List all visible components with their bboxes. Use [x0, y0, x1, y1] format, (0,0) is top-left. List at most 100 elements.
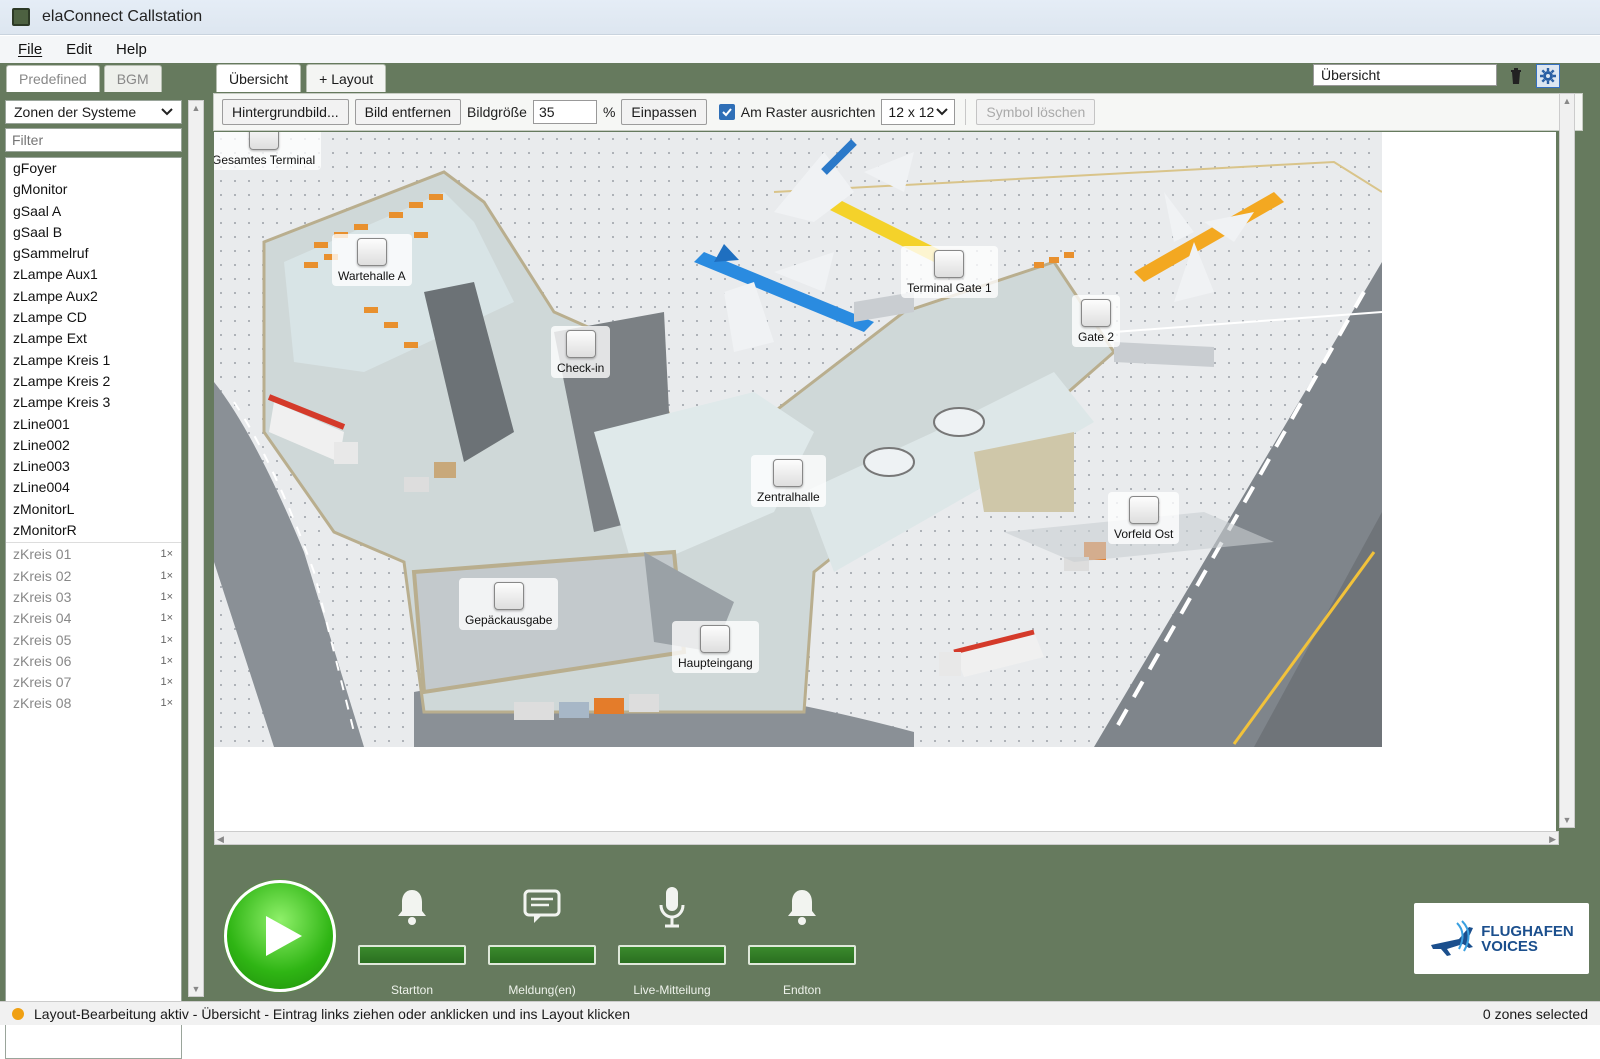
- zone-group-item[interactable]: zKreis 03 1×: [6, 587, 181, 608]
- scroll-up-icon[interactable]: ▲: [1560, 94, 1574, 108]
- marker-vorfeld-ost[interactable]: Vorfeld Ost: [1108, 492, 1180, 544]
- zone-item[interactable]: zLampe Kreis 3: [6, 392, 181, 413]
- marker-label: Wartehalle A: [338, 269, 406, 283]
- zone-group-label: zKreis 01: [13, 546, 72, 563]
- bell-icon: [788, 890, 816, 925]
- snap-to-grid-checkbox[interactable]: [718, 104, 735, 120]
- play-button[interactable]: [224, 880, 336, 992]
- grid-size-select[interactable]: 12 x 12: [881, 99, 956, 125]
- layout-canvas[interactable]: Gesamtes Terminal Wartehalle A Check-in …: [214, 132, 1556, 831]
- zone-item[interactable]: zLampe Aux1: [6, 264, 181, 285]
- zone-item[interactable]: gSaal A: [6, 201, 181, 222]
- zone-group-item[interactable]: zKreis 07 1×: [6, 672, 181, 693]
- marker-check-in[interactable]: Check-in: [551, 326, 611, 378]
- action-meldungen[interactable]: Meldung(en): [487, 865, 597, 1001]
- tab-uebersicht[interactable]: Übersicht: [216, 64, 302, 92]
- remove-image-button[interactable]: Bild entfernen: [354, 99, 462, 125]
- marker-gepaeckausgabe[interactable]: Gepäckausgabe: [459, 578, 559, 630]
- selection-count: 0 zones selected: [1482, 1005, 1588, 1022]
- scroll-down-icon[interactable]: ▼: [189, 982, 203, 996]
- flughafen-voices-logo: FLUGHAFEN VOICES: [1414, 903, 1589, 974]
- status-message: Layout-Bearbeitung aktiv - Übersicht - E…: [34, 1005, 631, 1022]
- toolbar-separator: [965, 99, 967, 125]
- zone-item-label: gFoyer: [13, 160, 57, 176]
- filter-input[interactable]: [5, 128, 182, 152]
- zone-item[interactable]: gFoyer: [6, 158, 181, 179]
- action-live-mitteilung[interactable]: Live-Mitteilung: [617, 865, 727, 1001]
- canvas-vertical-scrollbar[interactable]: ▲ ▼: [1559, 93, 1575, 828]
- zone-source-select[interactable]: Zonen der Systeme: [5, 100, 182, 124]
- marker-gate-2[interactable]: Gate 2: [1072, 295, 1121, 347]
- startton-label: Startton: [390, 983, 434, 997]
- tab-bgm[interactable]: BGM: [103, 65, 162, 92]
- menu-help[interactable]: Help: [116, 41, 147, 58]
- zone-item[interactable]: gMonitor: [6, 179, 181, 200]
- background-image-button[interactable]: Hintergrundbild...: [222, 99, 349, 125]
- percent-label: %: [602, 104, 616, 120]
- zone-list-scrollbar[interactable]: ▲ ▼: [188, 100, 204, 997]
- menu-file[interactable]: File: [18, 41, 42, 58]
- zone-symbol-icon: [493, 582, 524, 610]
- zone-item[interactable]: zLampe Kreis 1: [6, 350, 181, 371]
- zone-group-label: zKreis 06: [13, 652, 72, 669]
- marker-label: Gate 2: [1078, 330, 1115, 344]
- zone-item[interactable]: zMonitorL: [6, 499, 181, 520]
- zone-group-item[interactable]: zKreis 02 1×: [6, 566, 181, 587]
- scroll-right-icon[interactable]: ▶: [1549, 832, 1556, 846]
- message-icon: [523, 889, 561, 923]
- zone-item[interactable]: zLampe Ext: [6, 328, 181, 349]
- zone-item[interactable]: gSammelruf: [6, 243, 181, 264]
- zone-item[interactable]: zLampe Aux2: [6, 286, 181, 307]
- zone-group-label: zKreis 08: [13, 695, 72, 712]
- zone-group-item[interactable]: zKreis 04 1×: [6, 608, 181, 629]
- marker-haupteingang[interactable]: Haupteingang: [672, 621, 759, 673]
- title-bar: elaConnect Callstation: [0, 0, 1600, 35]
- zone-symbol-icon: [700, 625, 731, 653]
- zone-item[interactable]: zLampe Kreis 2: [6, 371, 181, 392]
- zone-item[interactable]: zLine003: [6, 456, 181, 477]
- zone-item-label: zLine002: [13, 436, 70, 453]
- zone-group-item[interactable]: zKreis 08 1×: [6, 693, 181, 714]
- scroll-left-icon[interactable]: ◀: [217, 832, 224, 846]
- zone-item-label: zLampe Aux2: [13, 287, 98, 304]
- marker-terminal-gate-1[interactable]: Terminal Gate 1: [901, 246, 998, 298]
- fit-button[interactable]: Einpassen: [621, 99, 707, 125]
- zone-group-count: 1×: [160, 697, 173, 710]
- action-endton[interactable]: Endton: [747, 865, 857, 1001]
- scroll-down-icon[interactable]: ▼: [1560, 813, 1574, 827]
- marker-gesamtes-terminal[interactable]: Gesamtes Terminal: [214, 132, 322, 170]
- delete-symbol-button[interactable]: Symbol löschen: [976, 99, 1096, 125]
- settings-button[interactable]: [1536, 64, 1560, 88]
- marker-zentralhalle[interactable]: Zentralhalle: [751, 455, 826, 507]
- zone-item[interactable]: zLine001: [6, 414, 181, 435]
- zone-item-label: zLampe Kreis 2: [13, 372, 111, 389]
- zone-symbol-icon: [1081, 299, 1112, 327]
- layout-name-field[interactable]: Übersicht: [1313, 64, 1497, 86]
- zone-group-item[interactable]: zKreis 06 1×: [6, 651, 181, 672]
- endton-label: Endton: [782, 983, 822, 997]
- zone-item[interactable]: zLine004: [6, 477, 181, 498]
- marker-wartehalle-a[interactable]: Wartehalle A: [332, 234, 412, 286]
- zone-item-label: zMonitorR: [13, 522, 77, 539]
- menu-edit[interactable]: Edit: [66, 41, 92, 58]
- chevron-down-icon: [936, 108, 949, 116]
- tab-add-layout[interactable]: + Layout: [306, 64, 387, 92]
- zone-item[interactable]: zMonitorR: [6, 520, 181, 541]
- trash-icon[interactable]: [1506, 66, 1526, 86]
- canvas-horizontal-scrollbar[interactable]: ◀ ▶: [214, 831, 1559, 845]
- zone-symbol-icon: [1128, 496, 1159, 524]
- zone-item[interactable]: gSaal B: [6, 222, 181, 243]
- action-startton[interactable]: Startton: [357, 865, 467, 1001]
- status-bar: Layout-Bearbeitung aktiv - Übersicht - E…: [0, 1001, 1600, 1025]
- zone-item[interactable]: zLine002: [6, 435, 181, 456]
- zone-group-item[interactable]: zKreis 05 1×: [6, 630, 181, 651]
- airplane-icon: [1431, 919, 1474, 956]
- menu-bar: File Edit Help: [0, 36, 1600, 63]
- zone-group-item[interactable]: zKreis 01 1×: [6, 544, 181, 565]
- zone-group-count: 1×: [160, 612, 173, 625]
- image-size-input[interactable]: 35: [532, 100, 597, 124]
- marker-label: Gepäckausgabe: [465, 613, 553, 627]
- scroll-up-icon[interactable]: ▲: [189, 101, 203, 115]
- zone-item[interactable]: zLampe CD: [6, 307, 181, 328]
- tab-predefined[interactable]: Predefined: [6, 65, 100, 92]
